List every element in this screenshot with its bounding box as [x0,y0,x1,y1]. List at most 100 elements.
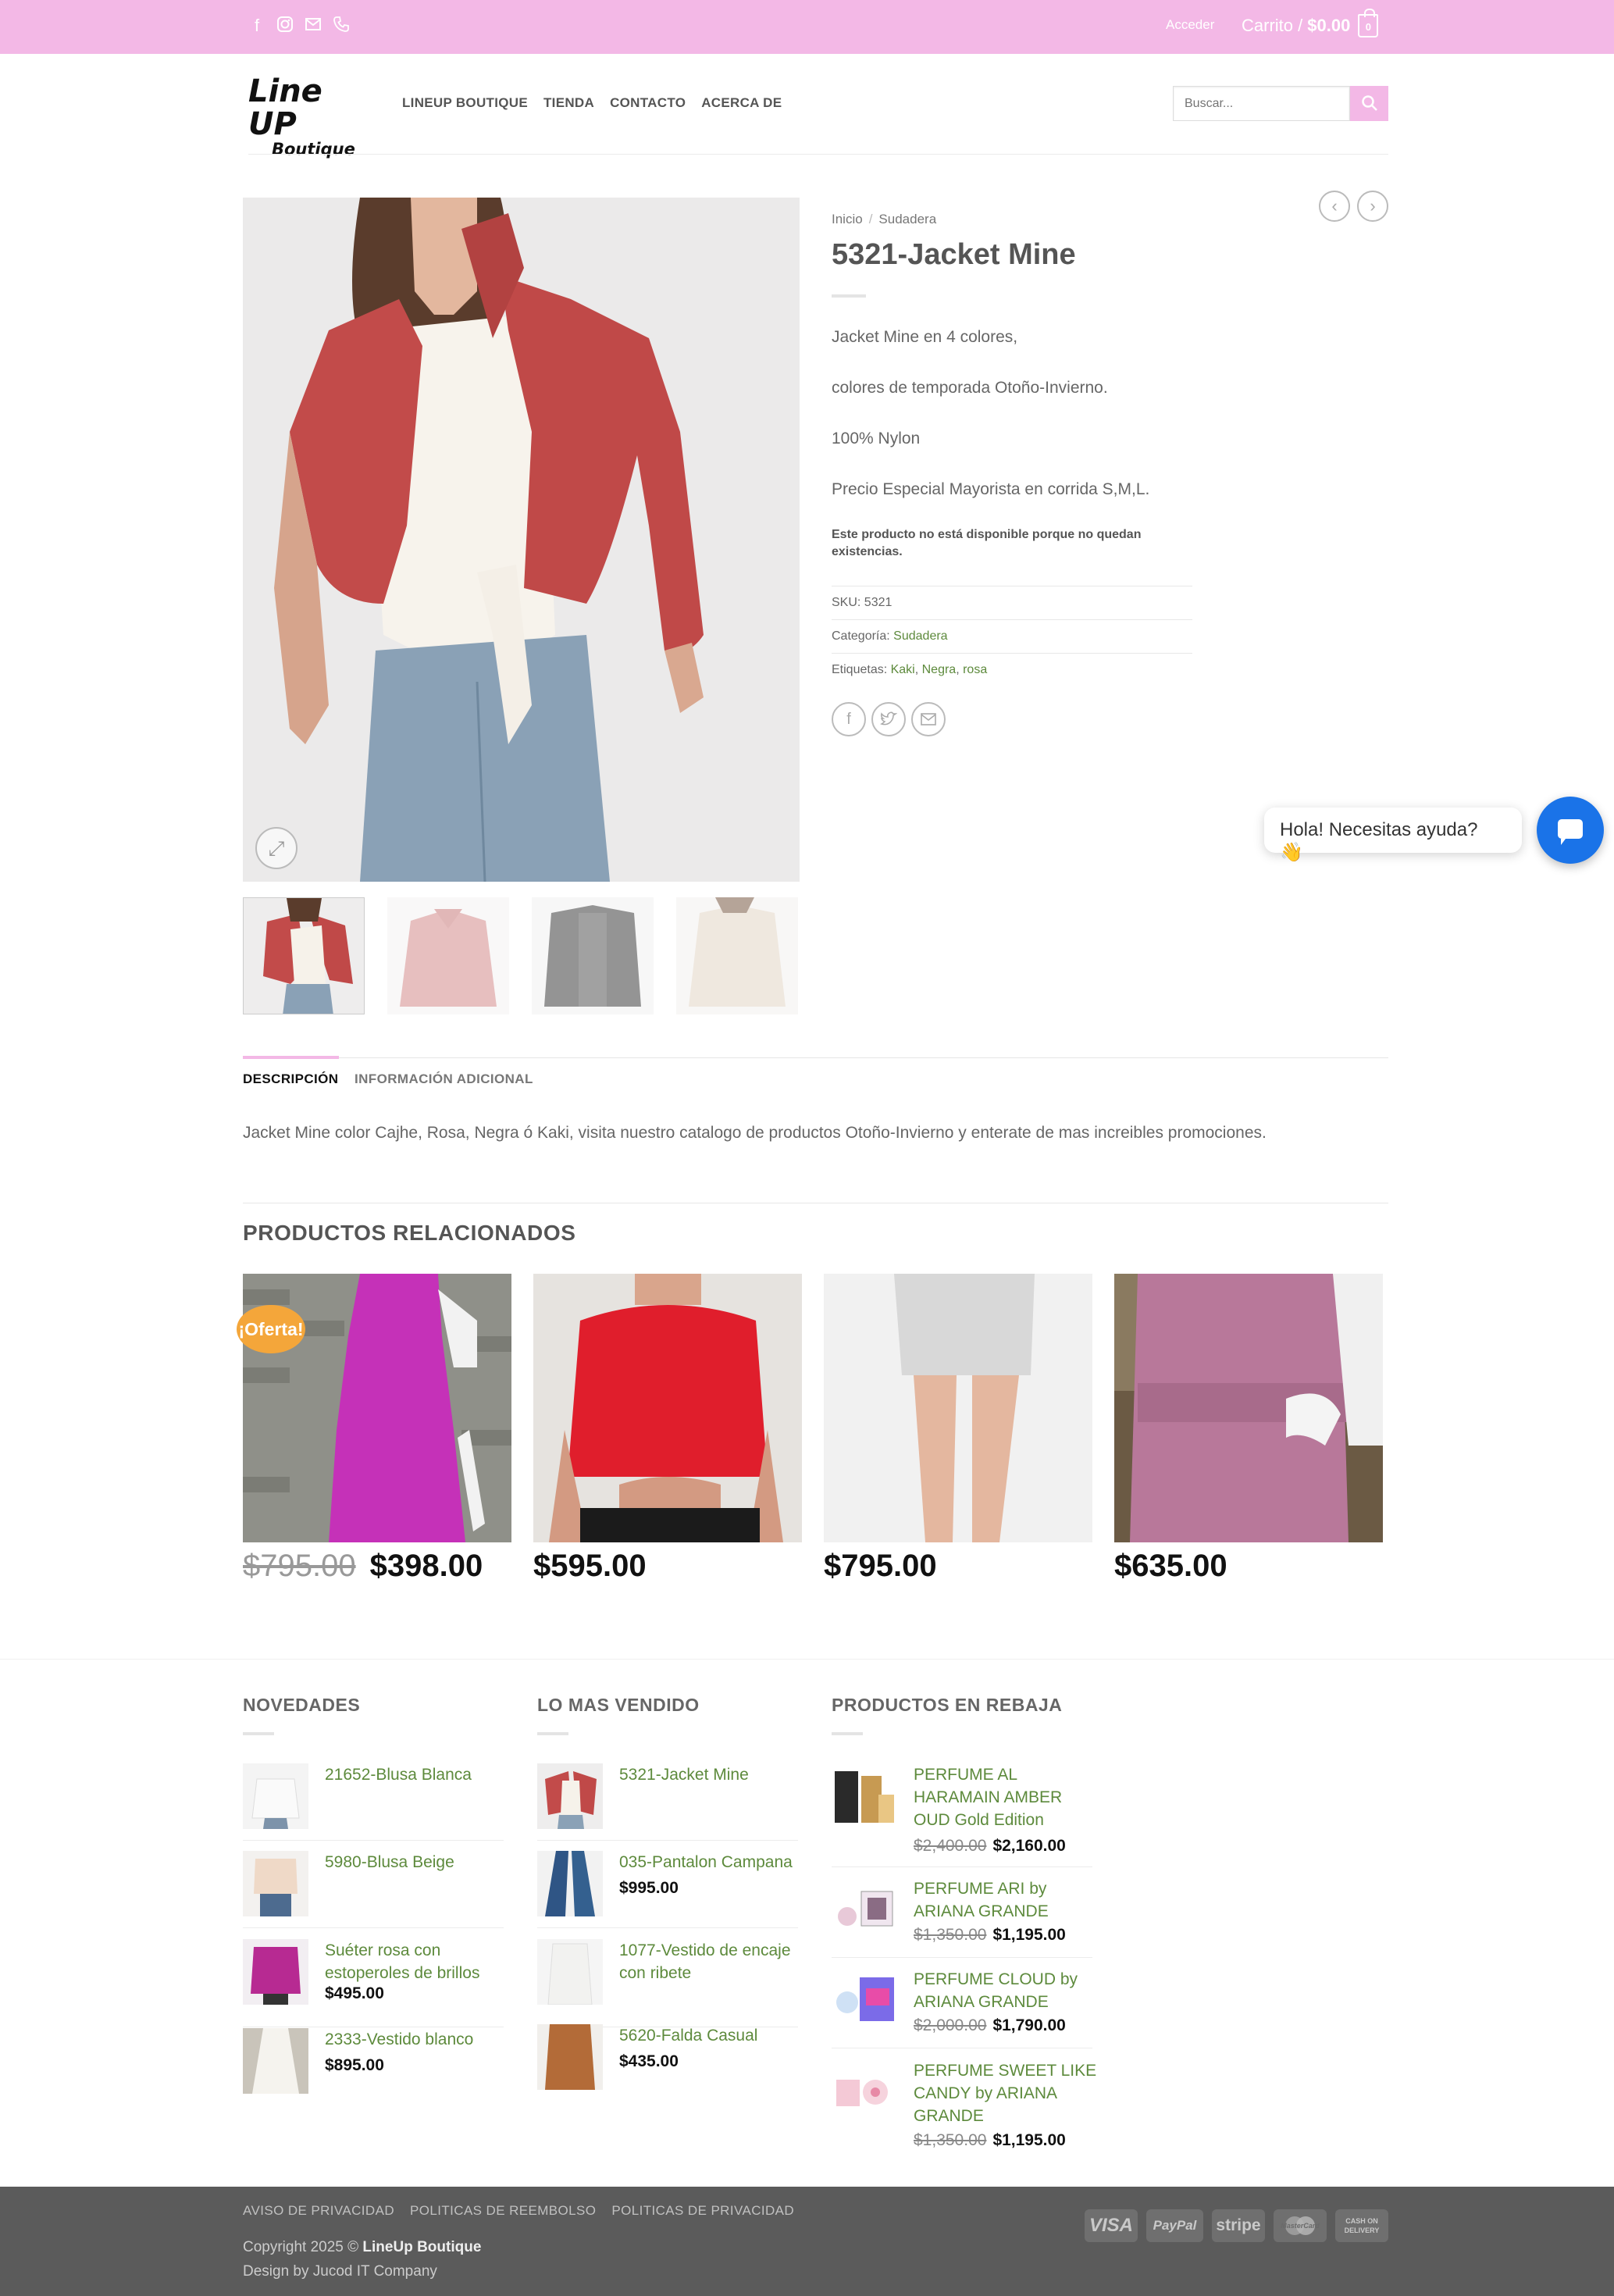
nav-item-acerca-de[interactable]: ACERCA DE [701,95,782,111]
nav-item-lineup-boutique[interactable]: LINEUP BOUTIQUE [402,95,528,111]
nav-item-tienda[interactable]: TIENDA [543,95,594,111]
search-icon [1361,95,1377,111]
product-link[interactable]: 21652-Blusa Blanca [325,1763,512,1786]
tab-informacion-adicional[interactable]: INFORMACIÓN ADICIONAL [355,1071,533,1087]
breadcrumb-inicio[interactable]: Inicio [832,212,863,226]
related-product-card[interactable]: $795.00 [824,1274,1092,1583]
active-tab-indicator [243,1056,339,1059]
product-image[interactable] [1114,1274,1383,1542]
chat-button[interactable] [1537,797,1604,864]
phone-icon[interactable] [333,16,350,36]
tags-row: Etiquetas: Kaki, Negra, rosa [832,653,1192,686]
main-nav: LINEUP BOUTIQUE TIENDA CONTACTO ACERCA D… [402,95,782,111]
product-thumbnail[interactable] [243,1763,308,1829]
sku-row: SKU: 5321 [832,586,1192,619]
mastercard-label: MasterCard [1281,2222,1320,2230]
facebook-icon[interactable]: f [248,16,265,36]
product-link[interactable]: Suéter rosa con estoperoles de brillos [325,1939,512,1984]
cart-link[interactable]: Carrito / $0.00 0 [1242,9,1379,37]
product-thumbnail[interactable] [537,2024,603,2090]
product-price: $495.00 [325,1984,384,2002]
product-link[interactable]: 2333-Vestido blanco [325,2028,512,2051]
product-link[interactable]: PERFUME CLOUD by ARIANA GRANDE [914,1968,1101,2013]
design-credit: Design by Jucod IT Company [243,2263,437,2280]
thumbnail-black-jacket[interactable] [532,897,654,1014]
thumbnail-khaki-jacket[interactable] [676,897,798,1014]
product-link[interactable]: PERFUME AL HARAMAIN AMBER OUD Gold Editi… [914,1763,1101,1831]
product-link[interactable]: 5620-Falda Casual [619,2024,807,2047]
product-price: $1,350.00 $1,195.00 [914,2131,1066,2150]
product-price: $635.00 [1114,1549,1227,1583]
facebook-share-icon[interactable]: f [832,702,866,736]
widget-separator [537,1840,798,1841]
zoom-icon[interactable]: ⤢ [255,827,298,869]
cart-label: Carrito / [1242,16,1303,35]
product-link[interactable]: 1077-Vestido de encaje con ribete [619,1939,807,1984]
product-thumbnail[interactable] [243,1851,308,1916]
tag-link[interactable]: Negra [922,663,957,676]
thumbnail-red-jacket[interactable] [243,897,365,1014]
product-image[interactable] [824,1274,1092,1542]
envelope-icon[interactable] [305,16,322,36]
share-buttons: f [832,702,946,736]
product-thumbnail[interactable] [537,1939,603,2005]
product-thumbnail[interactable] [243,1939,308,2005]
product-thumbnail[interactable] [243,2028,308,2094]
footer-link-politicas-de-privacidad[interactable]: POLITICAS DE PRIVACIDAD [611,2203,794,2219]
instagram-icon[interactable] [276,16,294,36]
description-line: Precio Especial Mayorista en corrida S,M… [832,480,1150,498]
tag-link[interactable]: Kaki [891,663,915,676]
product-image[interactable] [533,1274,802,1542]
footer-links: AVISO DE PRIVACIDAD POLITICAS DE REEMBOL… [243,2203,794,2219]
sku-label: SKU: [832,596,861,609]
product-price: $895.00 [325,2056,384,2074]
product-thumbnails [243,897,800,1014]
twitter-share-icon[interactable] [871,702,906,736]
product-main-image[interactable]: ⤢ [243,198,800,882]
product-link[interactable]: 5980-Blusa Beige [325,1851,512,1874]
description-line: colores de temporada Otoño-Invierno. [832,379,1108,397]
chevron-left-icon[interactable]: ‹ [1319,191,1350,222]
breadcrumb-separator: / [868,212,873,226]
chevron-right-icon[interactable]: › [1357,191,1388,222]
product-price: $995.00 [619,1879,679,1897]
out-of-stock-notice: Este producto no está disponible porque … [832,528,1142,558]
related-product-card[interactable]: ¡Oferta! $795.00 $398.00 [237,1274,511,1583]
product-link[interactable]: PERFUME SWEET LIKE CANDY by ARIANA GRAND… [914,2059,1101,2127]
old-price: $795.00 [243,1549,356,1583]
product-thumbnail[interactable] [832,2059,897,2125]
breadcrumb-sudadera[interactable]: Sudadera [878,212,936,226]
footer-link-politicas-de-reembolso[interactable]: POLITICAS DE REEMBOLSO [410,2203,596,2219]
thumbnail-pink-jacket[interactable] [387,897,509,1014]
sale-price: $1,195.00 [992,1926,1066,1944]
shopping-bag-icon: 0 [1358,9,1379,37]
related-product-card[interactable]: $635.00 [1114,1274,1383,1583]
product-thumbnail[interactable] [832,1968,897,2034]
related-product-card[interactable]: $595.00 [533,1274,802,1583]
nav-item-contacto[interactable]: CONTACTO [610,95,686,111]
email-share-icon[interactable] [911,702,946,736]
category-link[interactable]: Sudadera [893,629,947,643]
product-link[interactable]: 5321-Jacket Mine [619,1763,807,1786]
search-input[interactable] [1173,86,1350,121]
product-navigation: ‹ › [1319,191,1388,222]
description-line: Jacket Mine en 4 colores, [832,328,1018,346]
tab-descripcion[interactable]: DESCRIPCIÓN [243,1071,338,1087]
product-thumbnail[interactable] [832,1763,897,1829]
search-button[interactable] [1350,86,1388,121]
product-thumbnail[interactable] [537,1763,603,1829]
footer-link-aviso-de-privacidad[interactable]: AVISO DE PRIVACIDAD [243,2203,394,2219]
widget-title-productos-en-rebaja: PRODUCTOS EN REBAJA [832,1695,1063,1715]
title-divider [832,294,866,298]
login-link[interactable]: Acceder [1166,17,1214,33]
tag-link[interactable]: rosa [963,663,987,676]
product-thumbnail[interactable] [537,1851,603,1916]
product-thumbnail[interactable] [832,1877,897,1943]
product-link[interactable]: 035-Pantalon Campana [619,1851,807,1874]
chat-greeting-bubble[interactable]: Hola! Necesitas ayuda? 👋 [1264,808,1522,863]
mastercard-icon: MasterCard [1274,2209,1327,2242]
product-link[interactable]: PERFUME ARI by ARIANA GRANDE [914,1877,1101,1923]
site-logo[interactable]: Line UP Boutique [248,75,373,158]
widget-divider [243,1732,274,1735]
widget-divider [832,1732,863,1735]
